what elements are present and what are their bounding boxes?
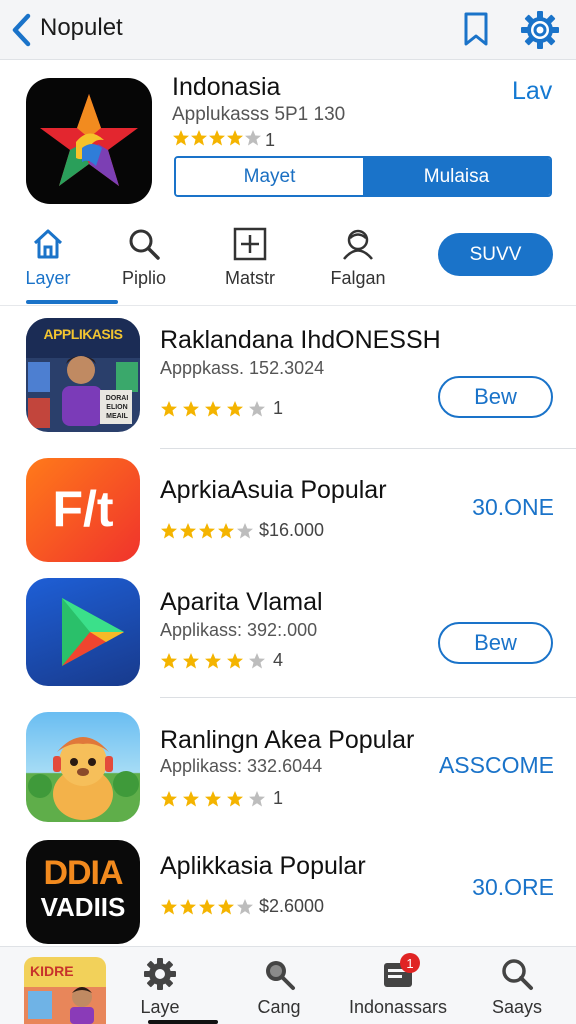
app-name: Ranlingn Akea Popular xyxy=(160,726,415,754)
app-subtitle: Applikass: 332.6044 xyxy=(160,756,323,776)
nav-saays[interactable]: Saays xyxy=(457,957,576,1018)
page-title: Nopulet xyxy=(40,14,123,41)
tab-label: Matstr xyxy=(224,268,275,288)
price-button[interactable]: 30.ONE xyxy=(472,494,554,521)
tab-falgan[interactable]: Falgan xyxy=(313,226,403,296)
app-icon: APPLIKASIS DORAI ELION MEAIL xyxy=(26,318,140,432)
nav-label: Cang xyxy=(257,997,301,1017)
app-icon-glyph: F/t xyxy=(52,481,114,537)
app-subtitle: Applikass: 392:.000 xyxy=(160,620,318,640)
divider xyxy=(0,305,576,306)
app-icon-caption-line: ELION xyxy=(106,404,128,411)
star-rating xyxy=(161,652,265,668)
segment-mulaisa[interactable]: Mulaisa xyxy=(363,158,550,195)
nav-laye[interactable]: Laye xyxy=(100,957,220,1018)
app-icon-title: APPLIKASIS xyxy=(43,326,123,342)
suvv-button[interactable]: SUVV xyxy=(438,233,553,276)
top-bar: Nopulet xyxy=(0,0,576,60)
bew-button[interactable]: Bew xyxy=(438,622,553,664)
star-rating xyxy=(161,898,253,914)
price-text: $2.6000 xyxy=(259,896,325,916)
tab-layer[interactable]: Layer xyxy=(3,226,93,296)
price-button[interactable]: ASSCOME xyxy=(439,752,554,779)
tab-matstr[interactable]: Matstr xyxy=(205,226,295,296)
app-icon-subtitle: VADIIS xyxy=(40,892,126,922)
app-icon-caption-line: DORAI xyxy=(105,395,129,402)
app-icon: DDIA VADIIS xyxy=(26,840,140,944)
tab-label: Piplio xyxy=(121,268,167,288)
app-icon xyxy=(26,578,140,686)
home-icon xyxy=(33,229,63,259)
search-icon xyxy=(502,959,533,990)
gear-icon[interactable] xyxy=(520,10,560,50)
price-text: $16.000 xyxy=(259,520,325,540)
star-rating xyxy=(161,522,253,538)
app-name: AprkiaAsuia Popular xyxy=(160,476,387,504)
gear-icon xyxy=(144,958,176,990)
tab-label: Falgan xyxy=(330,268,386,288)
segmented-control: Mayet Mulaisa xyxy=(174,156,552,197)
app-rating: 4 xyxy=(160,650,283,671)
featured-link[interactable]: Lav xyxy=(512,77,552,106)
app-name: Raklandana IhdONESSH xyxy=(160,326,441,354)
app-rating: 1 xyxy=(160,788,283,809)
rating-count: 1 xyxy=(273,788,284,808)
app-subtitle: Apppkass. 152.3024 xyxy=(160,358,325,378)
nav-label: Saays xyxy=(491,997,543,1017)
star-rating xyxy=(161,400,265,416)
app-rating: 1 xyxy=(160,398,283,419)
bookmark-icon[interactable] xyxy=(460,10,492,48)
app-icon xyxy=(26,712,140,822)
app-rating: $2.6000 xyxy=(160,896,324,917)
add-box-icon xyxy=(233,227,267,261)
tab-piplio[interactable]: Piplio xyxy=(99,226,189,296)
app-icon-title: DDIA xyxy=(43,854,123,892)
chevron-left-icon[interactable] xyxy=(8,12,34,48)
featured-rating: 1 xyxy=(172,129,275,152)
featured-app-icon[interactable] xyxy=(26,78,152,204)
segment-mayet[interactable]: Mayet xyxy=(176,158,363,195)
bew-button[interactable]: Bew xyxy=(438,376,553,418)
profile-icon xyxy=(343,229,373,260)
notification-badge: 1 xyxy=(400,953,420,973)
search-icon xyxy=(129,229,160,260)
nav-label: Indonassars xyxy=(348,997,448,1017)
tab-label: Layer xyxy=(25,268,71,288)
app-icon-caption-line: MEAIL xyxy=(106,413,128,420)
app-name: Aplikkasia Popular xyxy=(160,852,366,880)
price-button[interactable]: 30.ORE xyxy=(472,874,554,901)
app-rating: $16.000 xyxy=(160,520,324,541)
app-thumbnail[interactable]: KIDRE xyxy=(24,957,106,1024)
thumbnail-text: KIDRE xyxy=(30,963,74,979)
nav-indonassars[interactable]: 1 Indonassars xyxy=(338,953,458,1018)
rating-count: 1 xyxy=(265,130,276,150)
featured-app-subtitle: Applukasss 5P1 130 xyxy=(172,104,346,125)
rating-count: 1 xyxy=(273,398,284,418)
rating-count: 4 xyxy=(273,650,284,670)
featured-app-name: Indonasia xyxy=(172,73,281,101)
app-name: Aparita Vlamal xyxy=(160,588,323,616)
app-icon-caption: DORAI ELION MEAIL xyxy=(102,394,132,421)
divider xyxy=(160,448,576,449)
active-tab-indicator xyxy=(26,300,118,304)
app-icon: F/t xyxy=(26,458,140,562)
home-indicator xyxy=(148,1020,218,1024)
nav-cang[interactable]: Cang xyxy=(219,957,339,1018)
star-rating xyxy=(172,129,262,152)
search-icon xyxy=(266,961,295,990)
divider xyxy=(160,697,576,698)
star-rating xyxy=(161,790,265,806)
nav-label: Laye xyxy=(140,997,180,1017)
